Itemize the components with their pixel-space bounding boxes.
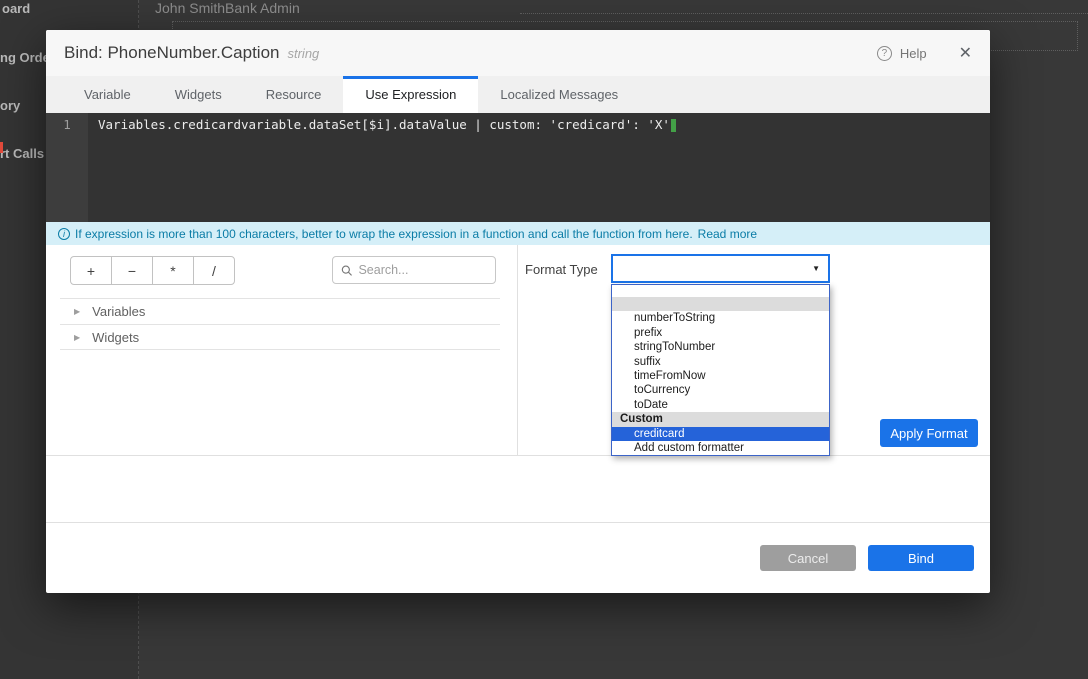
chevron-right-icon[interactable]: ▶ [74,307,80,316]
dialog-subtitle: string [287,46,319,61]
chevron-right-icon[interactable]: ▶ [74,333,80,342]
app-background: oard ng Order ory rt Calls John SmithBan… [0,0,1088,679]
sidebar-item-dashboard[interactable]: oard [2,1,141,16]
search-input[interactable] [358,263,487,277]
sidebar-red-marker [0,142,3,153]
format-type-dropdown: numberToString prefix stringToNumber suf… [611,284,830,456]
dialog-tabbar: Variable Widgets Resource Use Expression… [46,76,990,113]
plus-operator-button[interactable]: + [70,256,112,285]
cancel-button[interactable]: Cancel [760,545,856,571]
dropdown-group-custom: Custom [612,412,829,426]
divide-operator-button[interactable]: / [193,256,235,285]
dropdown-option-timefromnow[interactable]: timeFromNow [612,369,829,383]
close-icon[interactable]: ✕ [959,43,972,63]
editor-cursor [671,119,676,132]
chevron-down-icon: ▼ [812,264,820,273]
tree-item-label: Widgets [92,330,139,345]
tab-widgets[interactable]: Widgets [153,76,244,113]
search-icon [341,264,352,277]
dropdown-option-stringtonumber[interactable]: stringToNumber [612,340,829,354]
dropdown-option-numbertostring[interactable]: numberToString [612,311,829,325]
operator-buttons: + − * / [70,256,235,285]
bind-button[interactable]: Bind [868,545,974,571]
info-text: If expression is more than 100 character… [75,227,693,241]
dropdown-option-creditcard[interactable]: creditcard [612,427,829,441]
apply-format-button[interactable]: Apply Format [880,419,978,447]
bind-source-tree: ▶ Variables ▶ Widgets [60,298,500,350]
tree-item-label: Variables [92,304,145,319]
expression-editor[interactable]: 1 Variables.credicardvariable.dataSet[$i… [46,113,990,222]
widget-outline-top [520,13,1088,14]
editor-code-line[interactable]: Variables.credicardvariable.dataSet[$i].… [88,113,676,222]
format-type-label: Format Type [525,262,598,277]
dropdown-option-tocurrency[interactable]: toCurrency [612,383,829,397]
tab-resource[interactable]: Resource [244,76,344,113]
multiply-operator-button[interactable]: * [152,256,194,285]
dropdown-option-suffix[interactable]: suffix [612,355,829,369]
dropdown-option-prefix[interactable]: prefix [612,326,829,340]
content-bottom-divider [46,455,990,456]
footer-divider [46,522,990,523]
read-more-link[interactable]: Read more [698,227,757,241]
dropdown-option-todate[interactable]: toDate [612,398,829,412]
help-link[interactable]: Help [900,46,927,61]
dropdown-group-blank [612,297,829,311]
info-banner: i If expression is more than 100 charact… [46,222,990,245]
help-icon[interactable]: ? [877,46,892,61]
format-type-select[interactable]: ▼ [611,254,830,283]
info-icon: i [58,228,70,240]
minus-operator-button[interactable]: − [111,256,153,285]
tab-variable[interactable]: Variable [62,76,153,113]
tree-item-variables[interactable]: ▶ Variables [60,298,500,324]
dialog-title: Bind: PhoneNumber.Caption [64,43,279,63]
editor-line-number: 1 [46,113,88,222]
panel-divider [517,245,518,455]
expression-text: Variables.credicardvariable.dataSet[$i].… [98,117,670,132]
dropdown-option-add-custom-formatter[interactable]: Add custom formatter [612,441,829,455]
dropdown-option-empty[interactable] [612,285,829,297]
tab-use-expression[interactable]: Use Expression [343,76,478,113]
bind-dialog: Bind: PhoneNumber.Caption string ? Help … [46,30,990,593]
tab-localized-messages[interactable]: Localized Messages [478,76,640,113]
tree-item-widgets[interactable]: ▶ Widgets [60,324,500,350]
search-box [332,256,496,284]
user-label: John SmithBank Admin [155,0,300,16]
dialog-header: Bind: PhoneNumber.Caption string ? Help … [46,30,990,76]
